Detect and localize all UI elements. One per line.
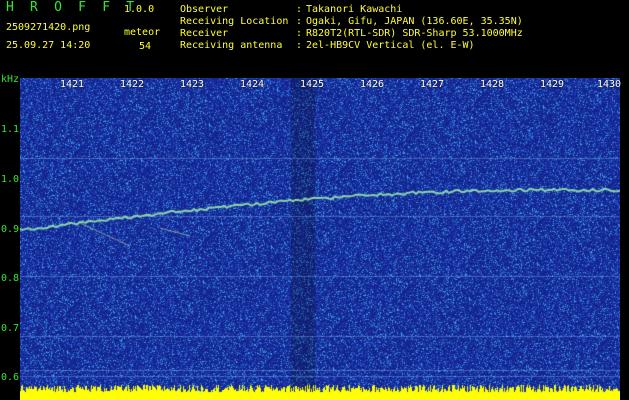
y-axis: 1.1 1.0 0.9 0.8 0.7 0.6 [0,72,20,400]
x-tick-label: 1426 [360,79,385,90]
x-tick-label: 1427 [420,79,445,90]
antenna-colon: : [296,40,303,51]
receiver-colon: : [296,28,303,39]
app-title: H R O F F T [6,0,139,15]
observer-value: Takanori Kawachi [306,4,403,15]
antenna-label: Receiving antenna [180,40,283,51]
header-panel: H R O F F T 1.0.0 2509271420.png 25.09.2… [0,0,629,74]
x-tick-label: 1430 [597,79,622,90]
y-tick-label: 0.9 [1,224,20,235]
observer-label: Observer [180,4,229,15]
meteor-count-label: meteor [124,27,161,38]
location-value: Ogaki, Gifu, JAPAN (136.60E, 35.35N) [306,16,523,27]
x-tick-label: 1425 [300,79,325,90]
image-filename: 2509271420.png [6,22,91,33]
receiver-value: R820T2(RTL-SDR) SDR-Sharp 53.1000MHz [306,28,523,39]
x-tick-label: 1424 [240,79,265,90]
x-tick-label: 1421 [60,79,85,90]
y-tick-label: 0.8 [1,273,20,284]
location-label: Receiving Location [180,16,289,27]
antenna-value: 2el-HB9CV Vertical (el. E-W) [306,40,475,51]
capture-datetime: 25.09.27 14:20 [6,40,91,51]
meteor-count-value: 54 [139,41,152,52]
y-tick-label: 0.6 [1,372,20,383]
y-tick-label: 1.0 [1,174,20,185]
x-tick-label: 1429 [540,79,565,90]
x-tick-label: 1422 [120,79,145,90]
receiver-label: Receiver [180,28,229,39]
x-tick-label: 1428 [480,79,505,90]
spectrogram-plot [20,78,620,400]
hrofft-spectrogram-window: H R O F F T 1.0.0 2509271420.png 25.09.2… [0,0,629,400]
app-version: 1.0.0 [124,4,155,15]
x-tick-label: 1423 [180,79,205,90]
location-colon: : [296,16,303,27]
y-tick-label: 0.7 [1,323,20,334]
y-tick-label: 1.1 [1,124,20,135]
observer-colon: : [296,4,303,15]
